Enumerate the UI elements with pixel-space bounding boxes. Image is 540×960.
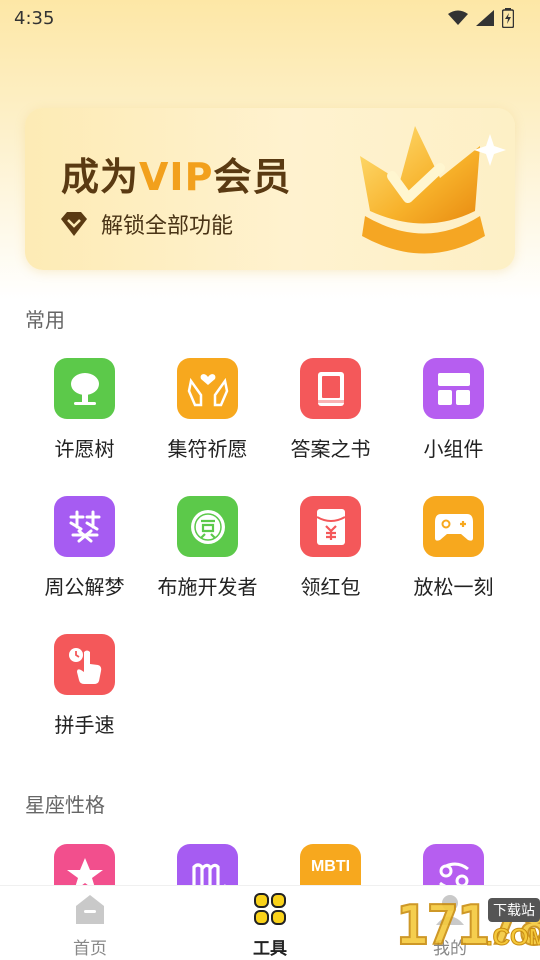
dream-icon xyxy=(54,496,115,557)
vip-banner[interactable]: 成为VIP会员 解锁全部功能 xyxy=(25,108,515,270)
vip-title-highlight: VIP xyxy=(139,155,214,199)
tool-answer-book[interactable]: 答案之书 xyxy=(269,358,392,462)
tool-label: 集符祈愿 xyxy=(167,437,248,461)
status-time: 4:35 xyxy=(14,7,55,29)
star-icon[interactable] xyxy=(54,844,115,885)
tool-widgets[interactable]: 小组件 xyxy=(392,358,515,462)
tool-label: 周公解梦 xyxy=(44,575,125,599)
reward-icon xyxy=(177,496,238,557)
tool-hand-speed[interactable]: 拼手速 xyxy=(23,634,146,738)
widget-grid-icon xyxy=(423,358,484,419)
tool-dream-interpretation[interactable]: 周公解梦 xyxy=(23,496,146,600)
nav-label-tools: 工具 xyxy=(253,939,287,959)
mbti-icon[interactable]: MBTI xyxy=(300,844,361,885)
signal-icon xyxy=(476,10,494,26)
vip-subtitle: 解锁全部功能 xyxy=(101,214,234,239)
vip-title-prefix: 成为 xyxy=(61,155,140,199)
tool-wishing-tree[interactable]: 许愿树 xyxy=(23,358,146,462)
tool-relax-game[interactable]: 放松一刻 xyxy=(392,496,515,600)
zodiac-tools-row: MBTI xyxy=(0,842,540,885)
diamond-icon xyxy=(61,212,87,236)
book-icon xyxy=(300,358,361,419)
vip-subtitle-row: 解锁全部功能 xyxy=(59,208,233,240)
tool-talisman-wish[interactable]: 集符祈愿 xyxy=(146,358,269,462)
watermark-logo: 17178 下载站 .COM xyxy=(310,892,540,960)
tree-icon xyxy=(54,358,115,419)
tool-red-packet[interactable]: 领红包 xyxy=(269,496,392,600)
tool-label: 许愿树 xyxy=(54,437,115,461)
tool-label: 拼手速 xyxy=(54,713,115,737)
vip-title-suffix: 会员 xyxy=(213,155,292,199)
section-title-zodiac: 星座性格 xyxy=(25,793,105,817)
vip-title: 成为VIP会员 xyxy=(61,146,291,201)
tap-hand-icon xyxy=(54,634,115,695)
section-title-common: 常用 xyxy=(25,308,65,332)
mbti-label: MBTI xyxy=(310,858,351,875)
gamepad-icon xyxy=(423,496,484,557)
praying-hands-icon xyxy=(177,358,238,419)
tool-label: 放松一刻 xyxy=(413,575,494,599)
status-icons xyxy=(448,8,514,28)
tool-label: 小组件 xyxy=(423,437,484,461)
wifi-icon xyxy=(448,10,468,25)
crown-icon xyxy=(360,126,506,254)
status-bar: 4:35 xyxy=(0,0,540,36)
watermark-suffix: .COM xyxy=(486,924,540,952)
nav-item-tools[interactable]: 工具 xyxy=(225,892,315,959)
tool-label: 领红包 xyxy=(300,575,361,599)
tools-grid-icon xyxy=(254,893,286,925)
virgo-icon[interactable] xyxy=(177,844,238,885)
home-icon xyxy=(76,895,104,924)
nav-label-home: 首页 xyxy=(73,939,107,959)
battery-icon xyxy=(502,8,514,28)
nav-item-home[interactable]: 首页 xyxy=(45,892,135,959)
tool-label: 答案之书 xyxy=(290,437,371,461)
red-packet-icon xyxy=(300,496,361,557)
tool-donate-developer[interactable]: 布施开发者 xyxy=(146,496,269,600)
cancer-icon[interactable] xyxy=(423,844,484,885)
watermark-badge: 下载站 xyxy=(488,898,540,922)
tool-label: 布施开发者 xyxy=(157,575,258,599)
